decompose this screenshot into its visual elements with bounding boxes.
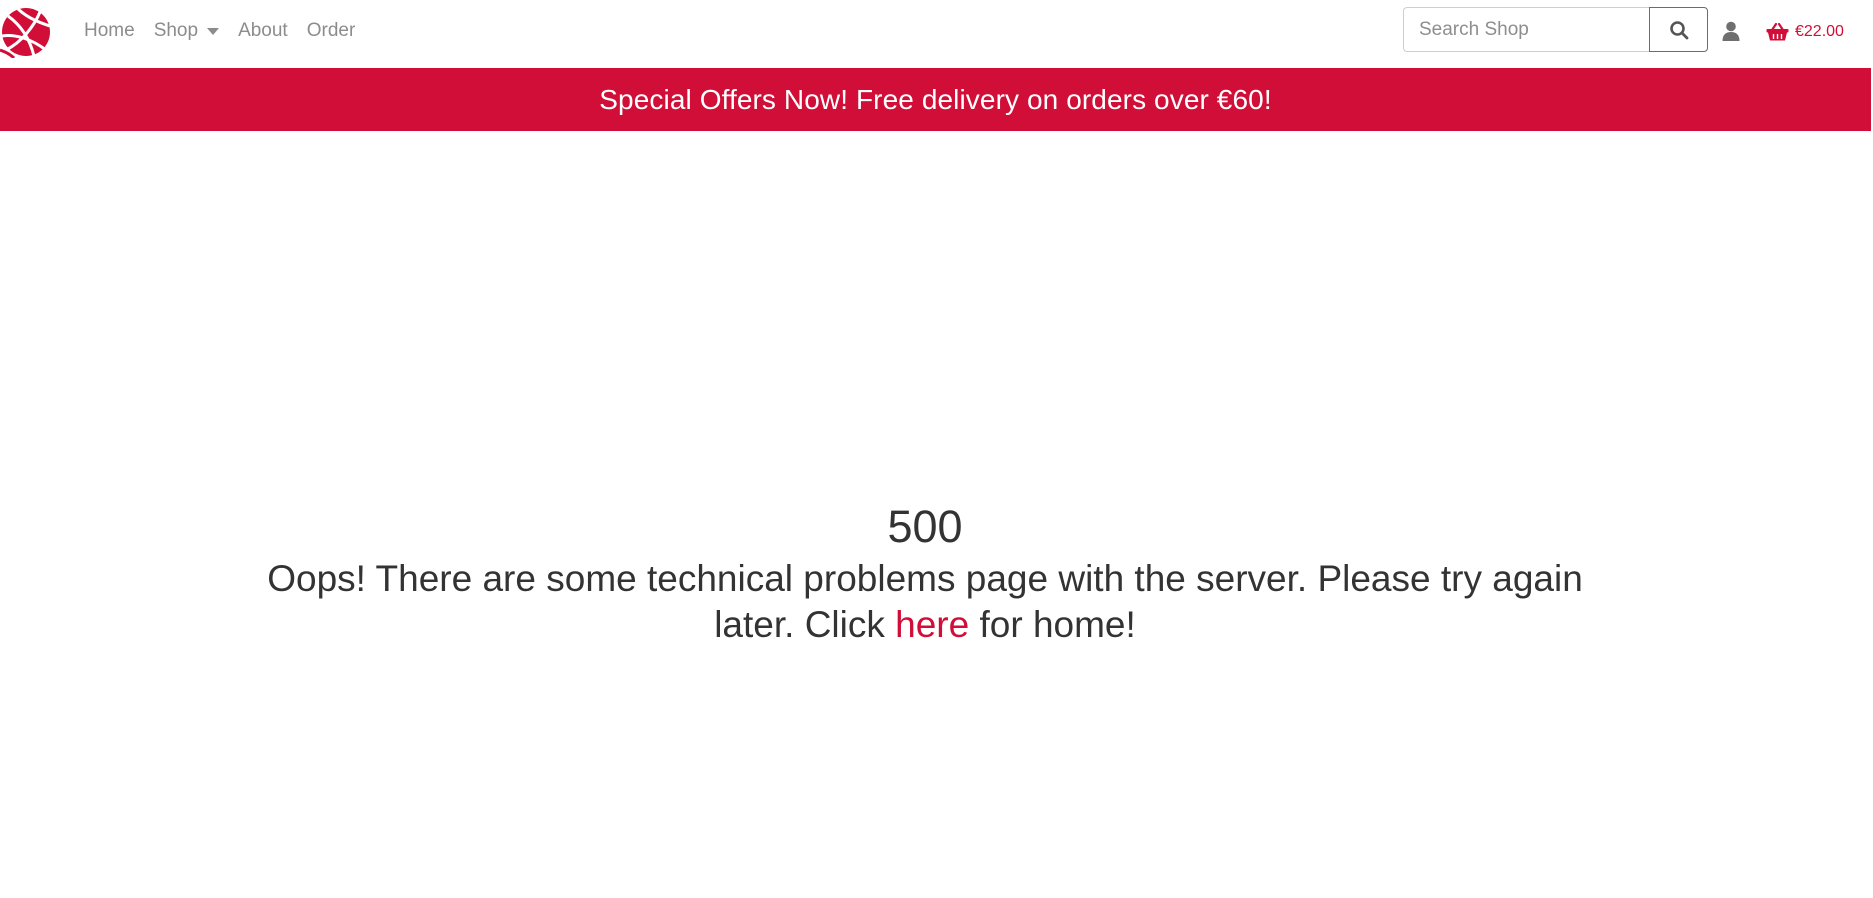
search-input[interactable] [1403, 7, 1649, 52]
error-message: Oops! There are some technical problems … [245, 556, 1605, 648]
error-content: 500 Oops! There are some technical probl… [0, 500, 1850, 648]
page: Home Shop About Order Search Shop €22.00… [0, 0, 1873, 898]
nav-home-link[interactable]: Home [84, 20, 135, 42]
nav-order-label: Order [306, 20, 356, 41]
caret-down-icon [207, 27, 220, 35]
search-form [1403, 7, 1708, 52]
promo-banner: Special Offers Now! Free delivery on ord… [0, 68, 1871, 131]
error-message-suffix: for home! [979, 604, 1136, 645]
home-link[interactable]: here [895, 604, 969, 645]
basket-icon [1766, 23, 1789, 41]
basket-total: €22.00 [1795, 23, 1844, 40]
account-link[interactable] [1720, 20, 1742, 42]
user-icon [1722, 21, 1740, 41]
basket-link[interactable]: €22.00 [1766, 18, 1844, 46]
promo-banner-text: Special Offers Now! Free delivery on ord… [599, 83, 1272, 115]
nav-shop-dropdown[interactable]: Shop [153, 20, 220, 42]
search-icon [1669, 20, 1688, 39]
search-button[interactable] [1649, 7, 1708, 52]
site-logo[interactable] [0, 6, 52, 60]
nav-about-label: About [238, 20, 288, 41]
nav-order-link[interactable]: Order [307, 20, 356, 42]
error-code: 500 [887, 501, 963, 552]
navbar: Home Shop About Order Search Shop €22.00 [0, 0, 1873, 68]
nav-about-link[interactable]: About [238, 20, 288, 42]
basketball-logo-icon [0, 7, 51, 60]
nav-home-label: Home [84, 20, 135, 41]
main-nav: Home Shop About Order [84, 0, 374, 62]
nav-shop-label: Shop [153, 20, 199, 41]
